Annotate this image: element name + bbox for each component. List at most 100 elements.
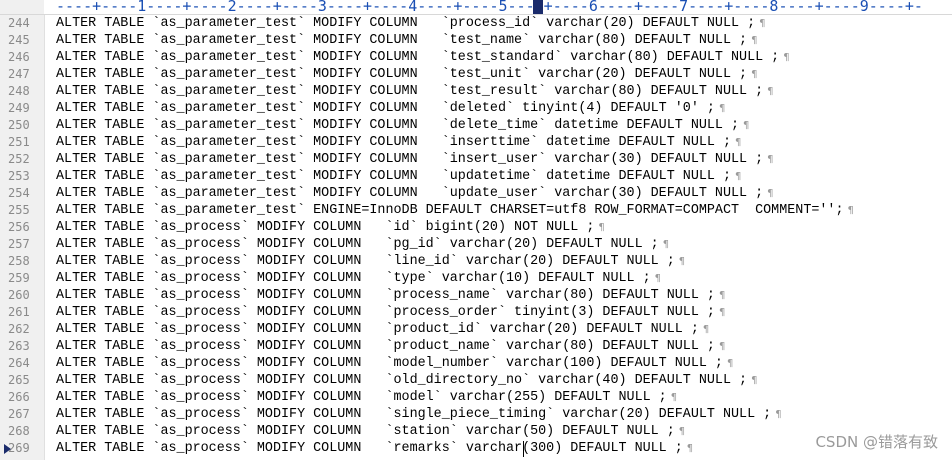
code-line[interactable]: 259 ALTER TABLE `as_process` MODIFY COLUM… (0, 270, 952, 287)
code-line[interactable]: 251 ALTER TABLE `as_parameter_test` MODIF… (0, 134, 952, 151)
watermark: CSDN @错落有致 (815, 433, 938, 451)
code-text[interactable]: ALTER TABLE `as_parameter_test` MODIFY C… (56, 168, 741, 185)
code-line[interactable]: 252 ALTER TABLE `as_parameter_test` MODIF… (0, 151, 952, 168)
code-text[interactable]: ALTER TABLE `as_process` MODIFY COLUMN `… (56, 270, 661, 287)
line-content: ALTER TABLE `as_parameter_test` MODIFY C… (56, 50, 780, 65)
code-line[interactable]: 267 ALTER TABLE `as_process` MODIFY COLUM… (0, 406, 952, 423)
code-line[interactable]: 264 ALTER TABLE `as_process` MODIFY COLUM… (0, 355, 952, 372)
code-line[interactable]: 248 ALTER TABLE `as_parameter_test` MODIF… (0, 83, 952, 100)
line-number: 247 (8, 67, 30, 81)
code-text[interactable]: ALTER TABLE `as_parameter_test` MODIFY C… (56, 185, 774, 202)
line-content: ALTER TABLE `as_process` MODIFY COLUMN `… (56, 407, 772, 422)
code-line[interactable]: 263 ALTER TABLE `as_process` MODIFY COLUM… (0, 338, 952, 355)
pilcrow-icon: ¶ (767, 188, 774, 199)
pilcrow-icon: ¶ (751, 35, 758, 46)
code-line[interactable]: 246 ALTER TABLE `as_parameter_test` MODIF… (0, 49, 952, 66)
code-line[interactable]: 250 ALTER TABLE `as_parameter_test` MODIF… (0, 117, 952, 134)
code-line[interactable]: 244 ALTER TABLE `as_parameter_test` MODIF… (0, 15, 952, 32)
line-number: 254 (8, 186, 30, 200)
code-line[interactable]: 266 ALTER TABLE `as_process` MODIFY COLUM… (0, 389, 952, 406)
code-text[interactable]: ALTER TABLE `as_parameter_test` MODIFY C… (56, 66, 757, 83)
pilcrow-icon: ¶ (783, 52, 790, 63)
line-content: ALTER TABLE `as_process` MODIFY COLUMN `… (56, 271, 651, 286)
line-content: ALTER TABLE `as_parameter_test` MODIFY C… (56, 16, 756, 31)
code-text[interactable]: ALTER TABLE `as_process` MODIFY COLUMN `… (56, 389, 677, 406)
pilcrow-icon: ¶ (718, 341, 726, 352)
code-text[interactable]: ALTER TABLE `as_parameter_test` MODIFY C… (56, 83, 774, 100)
code-text[interactable]: ALTER TABLE `as_process` MODIFY COLUMN `… (56, 338, 725, 355)
code-text[interactable]: ALTER TABLE `as_process` MODIFY COLUMN `… (56, 406, 782, 423)
code-line[interactable]: 247 ALTER TABLE `as_parameter_test` MODIF… (0, 66, 952, 83)
line-content: ALTER TABLE `as_process` MODIFY COLUMN `… (56, 339, 715, 354)
line-number: 251 (8, 135, 30, 149)
line-content: ALTER TABLE `as_process` MODIFY COLUMN `… (56, 441, 683, 456)
code-text[interactable]: ALTER TABLE `as_parameter_test` MODIFY C… (56, 151, 774, 168)
code-text[interactable]: ALTER TABLE `as_parameter_test` MODIFY C… (56, 49, 790, 66)
line-number: 267 (8, 407, 30, 421)
line-content: ALTER TABLE `as_parameter_test` MODIFY C… (56, 67, 748, 82)
line-number: 260 (8, 288, 30, 302)
code-line[interactable]: 268 ALTER TABLE `as_process` MODIFY COLUM… (0, 423, 952, 440)
code-text[interactable]: ALTER TABLE `as_parameter_test` MODIFY C… (56, 117, 749, 134)
line-number: 246 (8, 50, 30, 64)
pilcrow-icon: ¶ (678, 256, 686, 267)
pilcrow-icon: ¶ (847, 205, 854, 216)
pilcrow-icon: ¶ (767, 86, 774, 97)
code-line[interactable]: 254 ALTER TABLE `as_parameter_test` MODIF… (0, 185, 952, 202)
line-content: ALTER TABLE `as_process` MODIFY COLUMN `… (56, 220, 595, 235)
pilcrow-icon: ¶ (654, 273, 662, 284)
code-text[interactable]: ALTER TABLE `as_process` MODIFY COLUMN `… (56, 219, 605, 236)
pilcrow-icon: ¶ (735, 137, 742, 148)
pilcrow-icon: ¶ (751, 375, 758, 386)
pilcrow-icon: ¶ (678, 426, 686, 437)
code-text[interactable]: ALTER TABLE `as_parameter_test` MODIFY C… (56, 32, 757, 49)
line-number: 268 (8, 424, 30, 438)
line-content: ALTER TABLE `as_process` MODIFY COLUMN `… (56, 424, 675, 439)
code-line[interactable]: 249 ALTER TABLE `as_parameter_test` MODIF… (0, 100, 952, 117)
code-text[interactable]: ALTER TABLE `as_process` MODIFY COLUMN `… (56, 287, 725, 304)
code-text[interactable]: ALTER TABLE `as_process` MODIFY COLUMN `… (56, 355, 733, 372)
pilcrow-icon: ¶ (735, 171, 742, 182)
code-lines[interactable]: 244 ALTER TABLE `as_parameter_test` MODIF… (0, 15, 952, 457)
line-content: ALTER TABLE `as_parameter_test` MODIFY C… (56, 169, 731, 184)
code-line[interactable]: 260 ALTER TABLE `as_process` MODIFY COLUM… (0, 287, 952, 304)
code-line[interactable]: 256 ALTER TABLE `as_process` MODIFY COLUM… (0, 219, 952, 236)
pilcrow-icon: ¶ (718, 290, 726, 301)
line-content: ALTER TABLE `as_parameter_test` MODIFY C… (56, 152, 764, 167)
code-line[interactable]: 265 ALTER TABLE `as_process` MODIFY COLUM… (0, 372, 952, 389)
code-line[interactable]: 245 ALTER TABLE `as_parameter_test` MODIF… (0, 32, 952, 49)
code-text[interactable]: ALTER TABLE `as_process` MODIFY COLUMN `… (56, 440, 693, 457)
line-content: ALTER TABLE `as_process` MODIFY COLUMN `… (56, 373, 748, 388)
code-line[interactable]: 262 ALTER TABLE `as_process` MODIFY COLUM… (0, 321, 952, 338)
code-line[interactable]: 261 ALTER TABLE `as_process` MODIFY COLUM… (0, 304, 952, 321)
bookmark-icon[interactable] (4, 444, 11, 454)
line-content: ALTER TABLE `as_process` MODIFY COLUMN `… (56, 390, 667, 405)
code-text[interactable]: ALTER TABLE `as_parameter_test` ENGINE=I… (56, 202, 854, 219)
code-text[interactable]: ALTER TABLE `as_process` MODIFY COLUMN `… (56, 423, 685, 440)
code-text[interactable]: ALTER TABLE `as_process` MODIFY COLUMN `… (56, 304, 725, 321)
ruler-scale: ----+----1----+----2----+----3----+----4… (56, 0, 923, 15)
line-number: 263 (8, 339, 30, 353)
code-line[interactable]: 255 ALTER TABLE `as_parameter_test` ENGIN… (0, 202, 952, 219)
pilcrow-icon: ¶ (662, 239, 670, 250)
code-line[interactable]: 257 ALTER TABLE `as_process` MODIFY COLUM… (0, 236, 952, 253)
code-line[interactable]: 258 ALTER TABLE `as_process` MODIFY COLUM… (0, 253, 952, 270)
line-number: 262 (8, 322, 30, 336)
line-number: 253 (8, 169, 30, 183)
line-content: ALTER TABLE `as_parameter_test` MODIFY C… (56, 135, 731, 150)
code-text[interactable]: ALTER TABLE `as_parameter_test` MODIFY C… (56, 100, 725, 117)
code-text[interactable]: ALTER TABLE `as_parameter_test` MODIFY C… (56, 15, 765, 32)
line-number: 265 (8, 373, 30, 387)
code-line[interactable]: 269 ALTER TABLE `as_process` MODIFY COLUM… (0, 440, 952, 457)
code-text[interactable]: ALTER TABLE `as_process` MODIFY COLUMN `… (56, 321, 709, 338)
code-text[interactable]: ALTER TABLE `as_parameter_test` MODIFY C… (56, 134, 741, 151)
code-text[interactable]: ALTER TABLE `as_process` MODIFY COLUMN `… (56, 253, 685, 270)
line-content: ALTER TABLE `as_process` MODIFY COLUMN `… (56, 305, 715, 320)
line-number: 256 (8, 220, 30, 234)
code-text[interactable]: ALTER TABLE `as_process` MODIFY COLUMN `… (56, 236, 669, 253)
code-text[interactable]: ALTER TABLE `as_process` MODIFY COLUMN `… (56, 372, 757, 389)
column-ruler: ----+----1----+----2----+----3----+----4… (0, 0, 952, 15)
pilcrow-icon: ¶ (775, 409, 782, 420)
code-line[interactable]: 253 ALTER TABLE `as_parameter_test` MODIF… (0, 168, 952, 185)
text-editor[interactable]: ----+----1----+----2----+----3----+----4… (0, 0, 952, 460)
